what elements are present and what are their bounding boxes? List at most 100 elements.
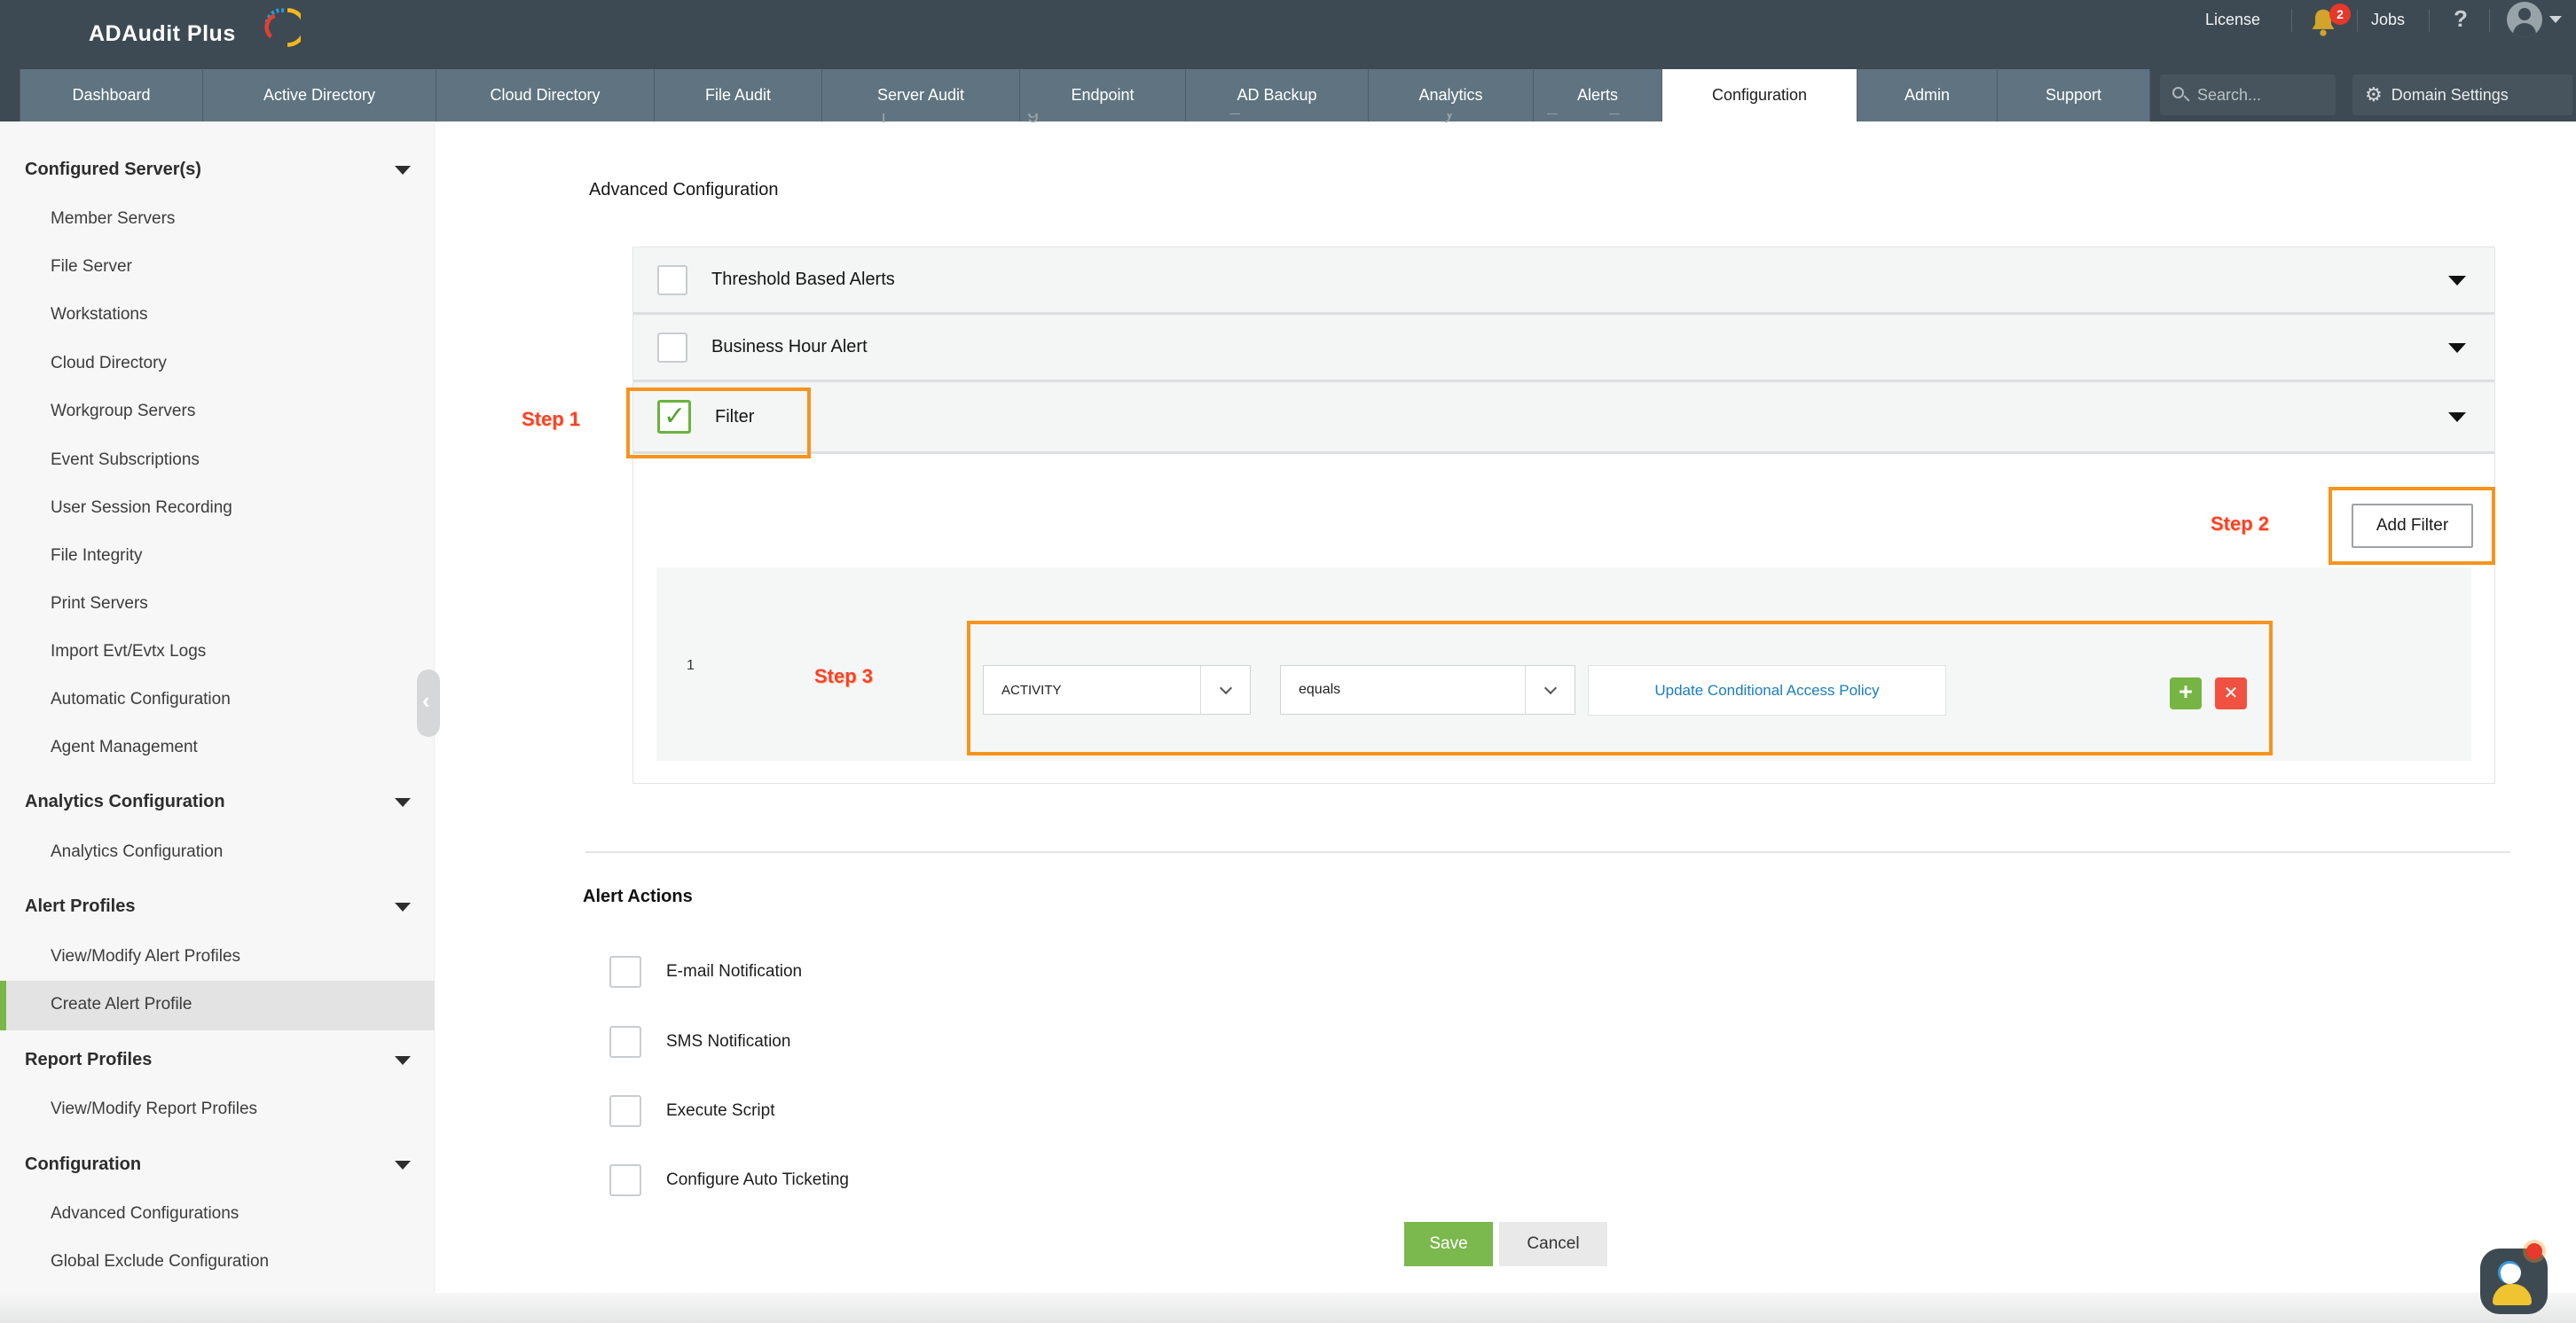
step-1-annotation: Step 1 [522, 408, 580, 431]
step-2-annotation: Step 2 [2211, 513, 2269, 536]
accordion-business-hour-alert[interactable]: Business Hour Alert [633, 315, 2494, 382]
search-icon [2172, 87, 2188, 103]
sidebar-item-analytics-configuration[interactable]: Analytics Configuration [51, 842, 223, 862]
sidebar-item-member-servers[interactable]: Member Servers [51, 209, 175, 229]
sidebar-item-import-evt-evtx-logs[interactable]: Import Evt/Evtx Logs [51, 642, 206, 662]
sidebar-collapse-handle[interactable] [417, 669, 440, 737]
adaudit-plus-app: ADAudit Plus License 2 Jobs ? Dashboard [0, 0, 2576, 1323]
avatar-person-icon [2513, 23, 2536, 37]
section-divider [585, 851, 2510, 853]
accordion-threshold-based-alerts[interactable]: Threshold Based Alerts [633, 247, 2494, 315]
sidebar-item-view-modify-report-profiles[interactable]: View/Modify Report Profiles [51, 1100, 257, 1119]
filter-field-value: ACTIVITY [1001, 683, 1062, 698]
chat-notification-dot [2526, 1243, 2542, 1259]
tab-active-directory[interactable]: Active Directory [203, 69, 436, 121]
filter-operator-select[interactable]: equals [1280, 665, 1575, 715]
jobs-link[interactable]: Jobs [2371, 11, 2405, 29]
page-title: Advanced Configuration [589, 180, 778, 200]
option-label: E-mail Notification [666, 962, 802, 982]
topbar-separator [2489, 9, 2490, 32]
topbar-separator [2429, 9, 2430, 32]
help-icon[interactable]: ? [2454, 5, 2468, 33]
chevron-down-icon[interactable] [2448, 343, 2466, 353]
option-sms-notification: SMS Notification [609, 1022, 790, 1061]
chevron-down-icon [395, 903, 411, 912]
threshold-based-alerts-checkbox[interactable] [657, 265, 687, 295]
add-filter-row-button[interactable]: + [2170, 677, 2202, 709]
sidebar: Configured Server(s) Member Servers File… [0, 121, 435, 1297]
domain-settings-label: Domain Settings [2391, 86, 2509, 105]
sidebar-item-file-integrity[interactable]: File Integrity [51, 546, 142, 566]
sidebar-item-view-modify-alert-profiles[interactable]: View/Modify Alert Profiles [51, 947, 240, 967]
sidebar-item-workgroup-servers[interactable]: Workgroup Servers [51, 402, 195, 421]
sidebar-item-agent-management[interactable]: Agent Management [51, 738, 198, 757]
sidebar-item-create-alert-profile-selected[interactable]: Create Alert Profile [0, 981, 435, 1030]
option-configure-auto-ticketing: Configure Auto Ticketing [609, 1161, 849, 1200]
search-box[interactable] [2160, 74, 2336, 115]
search-input[interactable] [2197, 86, 2321, 105]
alert-actions-heading: Alert Actions [583, 887, 693, 907]
sidebar-section-alert-profiles[interactable]: Alert Profiles [25, 896, 135, 917]
option-label: Configure Auto Ticketing [666, 1170, 849, 1190]
chevron-down-icon[interactable] [2448, 276, 2466, 286]
sidebar-item-event-subscriptions[interactable]: Event Subscriptions [51, 450, 200, 470]
filter-checkbox[interactable] [657, 400, 691, 434]
option-execute-script: Execute Script [609, 1092, 775, 1131]
sidebar-item-user-session-recording[interactable]: User Session Recording [51, 498, 232, 518]
sidebar-item-workstations[interactable]: Workstations [51, 305, 147, 325]
tab-cloud-directory[interactable]: Cloud Directory [436, 69, 655, 121]
configure-auto-ticketing-checkbox[interactable] [609, 1164, 641, 1196]
support-chat-widget[interactable] [2480, 1249, 2548, 1314]
add-filter-button[interactable]: Add Filter [2352, 504, 2473, 548]
remove-filter-row-button[interactable]: ✕ [2215, 677, 2247, 709]
app-logo: ADAudit Plus [89, 21, 236, 47]
sms-notification-checkbox[interactable] [609, 1026, 641, 1058]
email-notification-checkbox[interactable] [609, 956, 641, 988]
footer-strip [0, 1293, 2576, 1323]
gear-icon: ⚙ [2365, 85, 2383, 105]
sidebar-section-report-profiles[interactable]: Report Profiles [25, 1050, 152, 1070]
option-label: Execute Script [666, 1101, 775, 1121]
chevron-down-icon [395, 166, 411, 175]
accordion-label: Business Hour Alert [711, 337, 868, 357]
sidebar-item-print-servers[interactable]: Print Servers [51, 594, 148, 614]
logo-swirl-icon [260, 7, 301, 48]
notification-count-badge: 2 [2329, 4, 2351, 25]
sidebar-item-global-exclude-configuration[interactable]: Global Exclude Configuration [51, 1252, 269, 1272]
filter-row-index: 1 [687, 658, 695, 674]
save-button[interactable]: Save [1404, 1222, 1493, 1266]
filter-field-select[interactable]: ACTIVITY [983, 665, 1251, 715]
option-email-notification: E-mail Notification [609, 952, 802, 991]
sidebar-item-advanced-configurations[interactable]: Advanced Configurations [51, 1204, 239, 1224]
sidebar-section-configuration[interactable]: Configuration [25, 1155, 141, 1175]
tab-support[interactable]: Support [1998, 69, 2150, 121]
filter-operator-value: equals [1299, 682, 1340, 698]
sidebar-item-file-server[interactable]: File Server [51, 257, 132, 277]
sidebar-item-create-alert-profile[interactable]: Create Alert Profile [51, 995, 192, 1014]
step-3-annotation: Step 3 [814, 665, 873, 688]
filter-value-picker[interactable]: Update Conditional Access Policy [1588, 665, 1946, 716]
sidebar-item-cloud-directory[interactable]: Cloud Directory [51, 354, 167, 373]
chevron-down-icon[interactable] [2448, 412, 2466, 422]
execute-script-checkbox[interactable] [609, 1095, 641, 1127]
avatar-person-icon [2518, 8, 2531, 20]
option-label: SMS Notification [666, 1032, 790, 1052]
sidebar-section-configured-servers[interactable]: Configured Server(s) [25, 160, 201, 180]
accordion-filter[interactable]: Filter [633, 382, 2494, 454]
topbar-separator [2291, 9, 2292, 32]
tab-admin[interactable]: Admin [1857, 69, 1998, 121]
cancel-button[interactable]: Cancel [1499, 1222, 1607, 1266]
chevron-down-icon [395, 1161, 411, 1170]
business-hour-alert-checkbox[interactable] [657, 333, 687, 363]
chat-person-icon [2493, 1284, 2532, 1305]
user-menu-chevron-down-icon[interactable] [2549, 16, 2562, 23]
sidebar-item-automatic-configuration[interactable]: Automatic Configuration [51, 690, 231, 709]
tab-dashboard[interactable]: Dashboard [20, 69, 203, 121]
domain-settings-button[interactable]: ⚙ Domain Settings [2352, 74, 2572, 115]
sidebar-section-analytics-configuration[interactable]: Analytics Configuration [25, 792, 225, 812]
chevron-down-icon [395, 1056, 411, 1065]
accordion-label: Filter [715, 407, 754, 427]
filter-value-link[interactable]: Update Conditional Access Policy [1654, 682, 1879, 700]
license-link[interactable]: License [2205, 11, 2260, 29]
user-avatar[interactable] [2507, 2, 2542, 37]
